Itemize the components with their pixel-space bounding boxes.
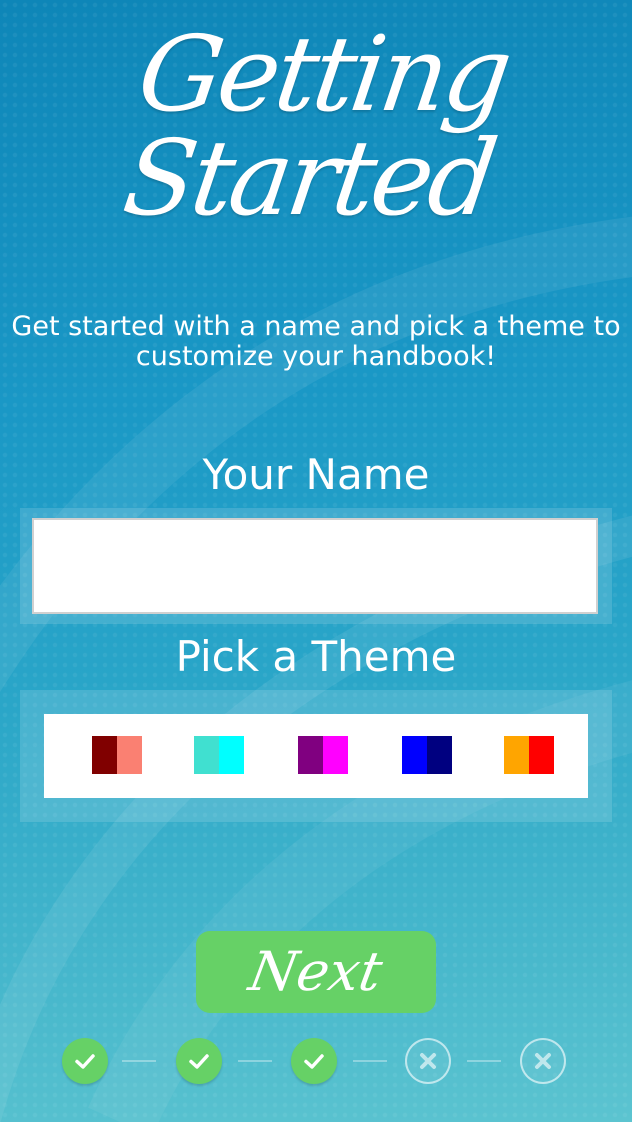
step-connector	[353, 1060, 387, 1062]
progress-steps	[0, 1036, 632, 1086]
theme-swatch-turquoise-cyan[interactable]	[194, 736, 244, 774]
step-4-incomplete	[405, 1038, 451, 1084]
step-5-incomplete	[520, 1038, 566, 1084]
step-1-complete	[62, 1038, 108, 1084]
check-icon	[75, 1054, 95, 1069]
theme-swatch-container	[44, 714, 588, 798]
theme-swatch-blue-navy[interactable]	[402, 736, 452, 774]
intro-line-2: customize your handbook!	[135, 341, 497, 372]
theme-swatch-purple-magenta[interactable]	[298, 736, 348, 774]
theme-swatch-orange-red[interactable]	[504, 736, 554, 774]
next-button-label: Next	[244, 940, 388, 1003]
page-title: Getting Started	[116, 13, 516, 239]
intro-line-1: Get started with a name and pick a theme…	[11, 311, 621, 342]
theme-swatch-maroon-salmon[interactable]	[92, 736, 142, 774]
step-connector	[122, 1060, 156, 1062]
next-button[interactable]: Next	[196, 931, 436, 1013]
intro-text: Get started with a name and pick a theme…	[0, 312, 632, 372]
pick-theme-label: Pick a Theme	[175, 632, 457, 681]
your-name-label: Your Name	[202, 450, 430, 499]
x-icon	[535, 1053, 551, 1069]
step-connector	[238, 1060, 272, 1062]
step-connector	[467, 1060, 501, 1062]
step-3-complete	[291, 1038, 337, 1084]
theme-panel	[20, 690, 612, 822]
name-panel	[20, 508, 612, 624]
check-icon	[189, 1054, 209, 1069]
check-icon	[304, 1054, 324, 1069]
step-2-complete	[176, 1038, 222, 1084]
x-icon	[420, 1053, 436, 1069]
name-input[interactable]	[32, 518, 598, 614]
